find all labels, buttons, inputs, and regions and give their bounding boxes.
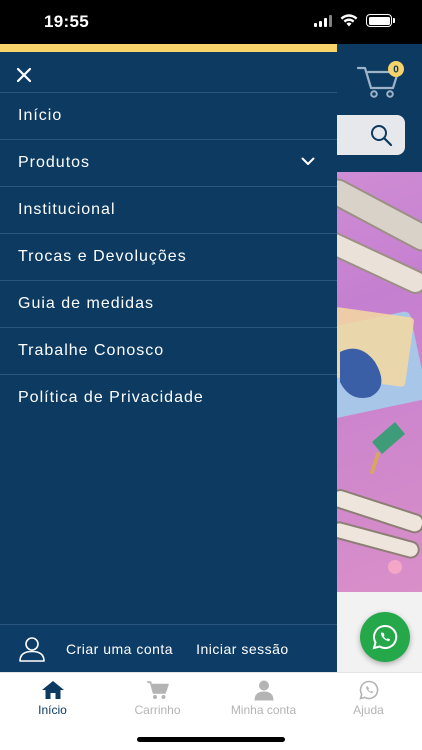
menu-item-guia-medidas[interactable]: Guia de medidas [0, 280, 337, 327]
menu-item-label: Trabalhe Conosco [18, 342, 165, 359]
menu-item-institucional[interactable]: Institucional [0, 186, 337, 233]
drawer-footer: Criar uma conta Iniciar sessão [0, 624, 337, 672]
menu-item-label: Política de Privacidade [18, 389, 204, 406]
whatsapp-icon [358, 680, 378, 700]
navigation-drawer: Início Produtos Institucional Trocas e D… [0, 44, 337, 672]
user-icon [19, 636, 45, 662]
tab-carrinho[interactable]: Carrinho [105, 679, 210, 717]
cart-icon [146, 681, 169, 699]
tab-label: Minha conta [230, 703, 297, 717]
menu-item-politica-privacidade[interactable]: Política de Privacidade [0, 374, 337, 421]
drawer-accent-bar [0, 44, 337, 52]
chevron-down-icon[interactable] [301, 157, 315, 166]
user-icon [254, 680, 273, 701]
home-icon [41, 681, 64, 699]
menu-item-inicio[interactable]: Início [0, 92, 337, 139]
search-icon[interactable] [369, 123, 393, 147]
menu-item-label: Guia de medidas [18, 295, 154, 312]
drawer-menu: Início Produtos Institucional Trocas e D… [0, 92, 337, 421]
wifi-icon [340, 14, 358, 27]
status-bar: 19:55 [0, 0, 422, 44]
tab-label: Carrinho [134, 703, 181, 717]
cart-icon[interactable]: 0 [356, 60, 406, 100]
menu-item-trocas-devolucoes[interactable]: Trocas e Devoluções [0, 233, 337, 280]
tab-ajuda[interactable]: Ajuda [316, 679, 421, 717]
menu-item-label: Produtos [18, 154, 91, 171]
signal-icon [314, 14, 332, 27]
whatsapp-button[interactable] [360, 612, 410, 662]
create-account-link[interactable]: Criar uma conta [66, 641, 173, 657]
tab-minha-conta[interactable]: Minha conta [211, 679, 316, 717]
status-icons [314, 14, 395, 27]
tab-label: Ajuda [353, 703, 384, 717]
menu-item-trabalhe-conosco[interactable]: Trabalhe Conosco [0, 327, 337, 374]
close-icon[interactable] [15, 66, 33, 84]
tab-label: Início [38, 703, 67, 717]
menu-item-produtos[interactable]: Produtos [0, 139, 337, 186]
status-time: 19:55 [44, 12, 89, 31]
sign-in-link[interactable]: Iniciar sessão [196, 641, 289, 657]
menu-item-label: Início [18, 107, 63, 124]
battery-icon [366, 14, 395, 27]
cart-count-badge: 0 [393, 65, 399, 76]
whatsapp-icon [372, 624, 398, 650]
tab-inicio[interactable]: Início [0, 679, 105, 717]
menu-item-label: Institucional [18, 201, 116, 218]
menu-item-label: Trocas e Devoluções [18, 248, 187, 265]
home-indicator [137, 737, 285, 742]
